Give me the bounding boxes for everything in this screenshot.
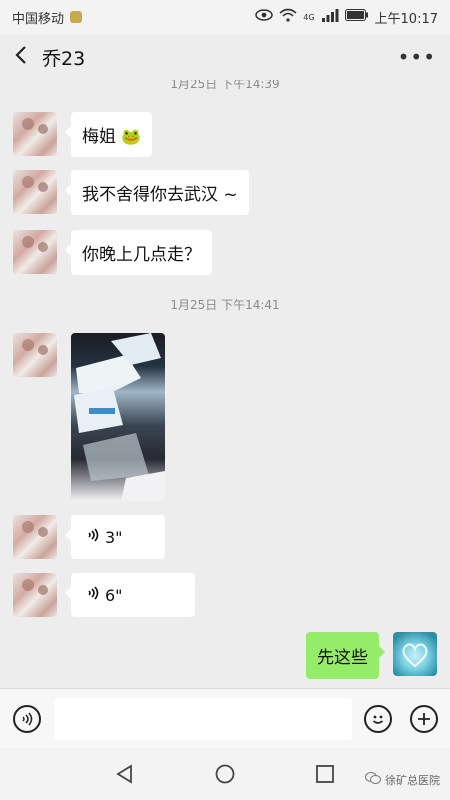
contact-avatar[interactable] [13, 230, 57, 274]
voice-input-icon[interactable] [13, 705, 41, 733]
eye-icon [255, 9, 273, 25]
timestamp-partial: 1月25日 下午14:39 [170, 80, 280, 91]
watermark-text: 徐矿总医院 [385, 773, 440, 787]
more-options-icon[interactable]: ••• [398, 45, 436, 69]
system-nav-bar: 徐矿总医院 [0, 748, 450, 800]
network-type-label: 4G [303, 12, 315, 22]
image-message[interactable] [71, 333, 165, 501]
status-bar: 中国移动 4G 上午10:17 [0, 0, 450, 34]
contact-avatar[interactable] [13, 170, 57, 214]
contact-avatar[interactable] [13, 573, 57, 617]
plus-icon[interactable] [410, 705, 438, 733]
contact-name: 乔23 [42, 47, 86, 70]
wechat-logo-icon [365, 771, 381, 788]
frog-emoji-icon: 🐸 [121, 127, 142, 146]
contact-avatar[interactable] [13, 112, 57, 156]
message-input[interactable] [54, 698, 352, 740]
home-circle-icon[interactable] [215, 764, 235, 788]
back-arrow-icon[interactable] [14, 45, 28, 69]
back-triangle-icon[interactable] [115, 764, 135, 788]
chat-header: 乔23 ••• [0, 34, 450, 80]
my-message-bubble[interactable]: 先这些 [306, 632, 385, 679]
my-avatar[interactable] [393, 632, 437, 676]
notification-icon [70, 11, 83, 23]
emoji-icon[interactable] [364, 705, 392, 733]
message-bubble[interactable]: 我不舍得你去武汉 ~ [65, 170, 249, 215]
contact-avatar[interactable] [13, 515, 57, 559]
battery-icon [344, 9, 369, 25]
voice-message[interactable]: 3" [65, 515, 165, 559]
voice-duration: 3" [105, 527, 123, 547]
timestamp: 1月25日 下午14:41 [170, 298, 280, 312]
clock-label: 上午10:17 [374, 11, 438, 27]
voice-message[interactable]: 6" [65, 573, 195, 617]
carrier-label: 中国移动 [12, 11, 65, 27]
message-bubble[interactable]: 梅姐 🐸 [64, 112, 153, 157]
voice-wave-icon [87, 585, 99, 605]
wifi-icon [279, 8, 297, 26]
voice-duration: 6" [105, 585, 123, 605]
recents-square-icon[interactable] [315, 764, 335, 788]
signal-icon [321, 8, 339, 26]
input-bar [0, 688, 450, 748]
watermark: 徐矿总医院 [365, 771, 440, 788]
contact-avatar[interactable] [13, 333, 57, 377]
message-text: 梅姐 [82, 127, 116, 147]
message-bubble[interactable]: 你晚上几点走？ [65, 230, 212, 275]
chat-area[interactable]: 1月25日 下午14:39 梅姐 🐸 我不舍得你去武汉 ~ 你晚上几点走？ 1月… [0, 80, 450, 688]
voice-wave-icon [87, 527, 99, 547]
